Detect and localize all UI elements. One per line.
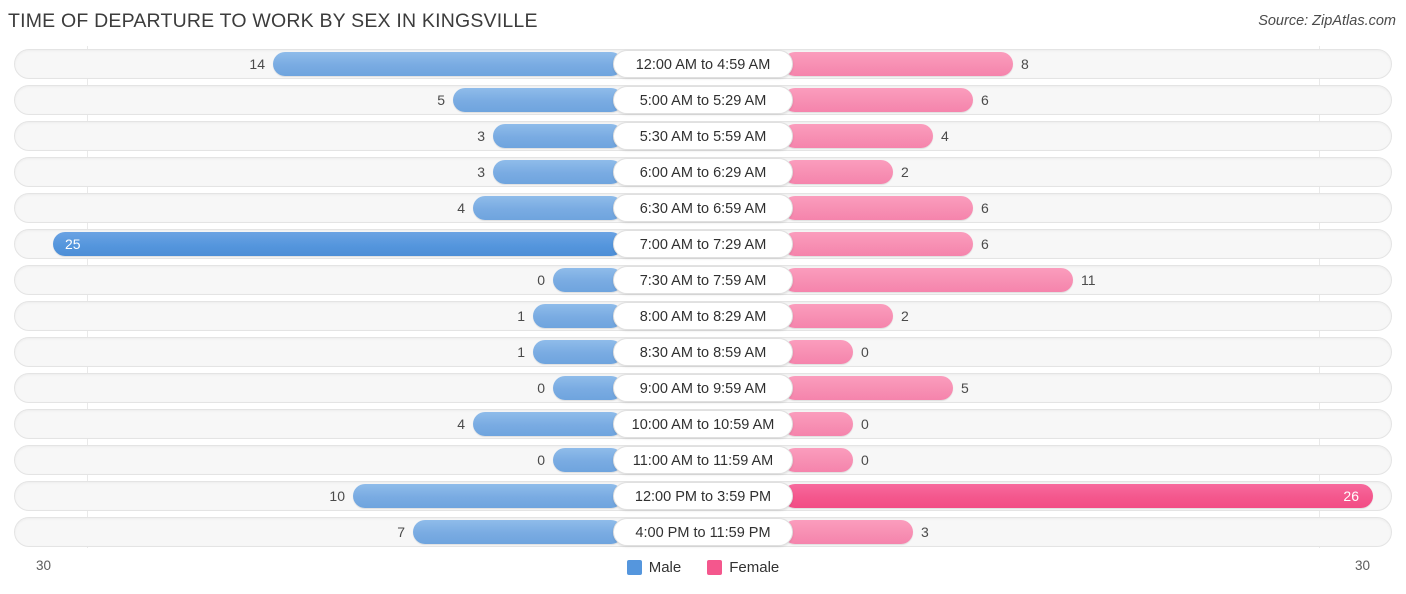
category-label: 7:00 AM to 7:29 AM xyxy=(613,230,793,258)
category-label: 4:00 PM to 11:59 PM xyxy=(613,518,793,546)
female-bar[interactable] xyxy=(783,52,1013,76)
female-bar[interactable] xyxy=(783,268,1073,292)
bar-row[interactable]: 7 3 4:00 PM to 11:59 PM xyxy=(0,514,1406,550)
chart-legend: Male Female xyxy=(0,559,1406,576)
bar-row[interactable]: 4 0 10:00 AM to 10:59 AM xyxy=(0,406,1406,442)
female-bar[interactable] xyxy=(783,232,973,256)
female-bar[interactable] xyxy=(783,196,973,220)
bar-row[interactable]: 3 2 6:00 AM to 6:29 AM xyxy=(0,154,1406,190)
male-bar[interactable] xyxy=(473,196,623,220)
male-value-label: 1 xyxy=(517,344,525,360)
bar-row[interactable]: 14 8 12:00 AM to 4:59 AM xyxy=(0,46,1406,82)
female-bar[interactable] xyxy=(783,160,893,184)
female-value-label: 2 xyxy=(901,164,909,180)
plot-area: 14 8 12:00 AM to 4:59 AM 5 6 5:00 AM to 5:29 … xyxy=(0,46,1406,550)
male-value-label: 4 xyxy=(457,200,465,216)
bar-row[interactable]: 1 0 8:30 AM to 8:59 AM xyxy=(0,334,1406,370)
female-value-label: 2 xyxy=(901,308,909,324)
male-bar[interactable] xyxy=(533,340,623,364)
male-value-label: 7 xyxy=(397,524,405,540)
chart-header: TIME OF DEPARTURE TO WORK BY SEX IN KING… xyxy=(0,0,1406,44)
male-bar[interactable] xyxy=(353,484,623,508)
female-bar[interactable] xyxy=(783,412,853,436)
female-value-label: 6 xyxy=(981,92,989,108)
male-value-label: 5 xyxy=(437,92,445,108)
male-value-label: 0 xyxy=(537,380,545,396)
category-label: 11:00 AM to 11:59 AM xyxy=(613,446,793,474)
legend-item[interactable]: Female xyxy=(707,559,779,576)
category-label: 9:00 AM to 9:59 AM xyxy=(613,374,793,402)
legend-label: Male xyxy=(648,559,682,576)
female-value-label: 0 xyxy=(861,344,869,360)
male-value-label: 3 xyxy=(477,128,485,144)
category-label: 12:00 AM to 4:59 AM xyxy=(613,50,793,78)
male-value-label: 10 xyxy=(329,488,345,504)
male-bar[interactable] xyxy=(273,52,623,76)
category-label: 7:30 AM to 7:59 AM xyxy=(613,266,793,294)
source-attribution: Source: ZipAtlas.com xyxy=(1258,13,1396,29)
category-label: 6:30 AM to 6:59 AM xyxy=(613,194,793,222)
male-value-label: 0 xyxy=(537,272,545,288)
female-bar[interactable] xyxy=(783,520,913,544)
male-value-label: 25 xyxy=(65,236,81,252)
bar-row[interactable]: 0 5 9:00 AM to 9:59 AM xyxy=(0,370,1406,406)
page-title: TIME OF DEPARTURE TO WORK BY SEX IN KING… xyxy=(8,10,538,32)
male-bar[interactable] xyxy=(453,88,623,112)
bar-row[interactable]: 4 6 6:30 AM to 6:59 AM xyxy=(0,190,1406,226)
male-value-label: 1 xyxy=(517,308,525,324)
female-bar[interactable] xyxy=(783,124,933,148)
category-label: 6:00 AM to 6:29 AM xyxy=(613,158,793,186)
category-label: 10:00 AM to 10:59 AM xyxy=(613,410,793,438)
category-label: 5:30 AM to 5:59 AM xyxy=(613,122,793,150)
category-label: 12:00 PM to 3:59 PM xyxy=(613,482,793,510)
bar-row[interactable]: 0 0 11:00 AM to 11:59 AM xyxy=(0,442,1406,478)
female-bar[interactable] xyxy=(783,340,853,364)
male-bar[interactable] xyxy=(493,160,623,184)
female-value-label: 6 xyxy=(981,236,989,252)
female-value-label: 11 xyxy=(1081,272,1096,288)
bar-row[interactable]: 5 6 5:00 AM to 5:29 AM xyxy=(0,82,1406,118)
bar-row[interactable]: 1 2 8:00 AM to 8:29 AM xyxy=(0,298,1406,334)
female-bar[interactable] xyxy=(783,376,953,400)
female-bar[interactable] xyxy=(783,304,893,328)
legend-swatch-icon xyxy=(626,560,642,575)
female-value-label: 0 xyxy=(861,416,869,432)
female-value-label: 8 xyxy=(1021,56,1029,72)
bar-row[interactable]: 10 26 12:00 PM to 3:59 PM xyxy=(0,478,1406,514)
chart-footer: 30 30 Male Female xyxy=(0,552,1406,594)
bar-row[interactable]: 25 6 7:00 AM to 7:29 AM xyxy=(0,226,1406,262)
legend-item[interactable]: Male xyxy=(626,559,682,576)
female-bar[interactable] xyxy=(783,448,853,472)
male-bar[interactable] xyxy=(413,520,623,544)
category-label: 8:00 AM to 8:29 AM xyxy=(613,302,793,330)
female-value-label: 0 xyxy=(861,452,869,468)
bar-row[interactable]: 3 4 5:30 AM to 5:59 AM xyxy=(0,118,1406,154)
category-label: 5:00 AM to 5:29 AM xyxy=(613,86,793,114)
female-value-label: 4 xyxy=(941,128,949,144)
female-value-label: 26 xyxy=(1343,488,1359,504)
male-bar[interactable] xyxy=(473,412,623,436)
chart-container: TIME OF DEPARTURE TO WORK BY SEX IN KING… xyxy=(0,0,1406,594)
female-bar[interactable] xyxy=(783,88,973,112)
male-value-label: 14 xyxy=(249,56,265,72)
bar-rows: 14 8 12:00 AM to 4:59 AM 5 6 5:00 AM to 5:29 … xyxy=(0,46,1406,550)
male-bar[interactable] xyxy=(53,232,623,256)
legend-swatch-icon xyxy=(707,560,723,575)
male-value-label: 3 xyxy=(477,164,485,180)
female-value-label: 3 xyxy=(921,524,929,540)
male-value-label: 4 xyxy=(457,416,465,432)
male-value-label: 0 xyxy=(537,452,545,468)
female-value-label: 6 xyxy=(981,200,989,216)
category-label: 8:30 AM to 8:59 AM xyxy=(613,338,793,366)
female-value-label: 5 xyxy=(961,380,969,396)
bar-row[interactable]: 0 11 7:30 AM to 7:59 AM xyxy=(0,262,1406,298)
legend-label: Female xyxy=(729,559,780,576)
male-bar[interactable] xyxy=(493,124,623,148)
male-bar[interactable] xyxy=(533,304,623,328)
